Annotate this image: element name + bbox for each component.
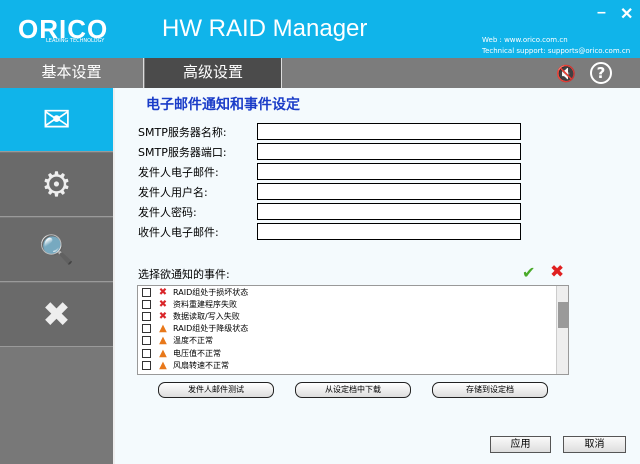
event-label: RAID组处于损坏状态	[173, 287, 249, 297]
event-list-item[interactable]: ✖ 数据读取/写入失败	[138, 310, 568, 322]
select-all-check-icon[interactable]: ✔	[522, 263, 535, 282]
sidebar-item-report[interactable]: 🔍	[0, 218, 113, 282]
event-checkbox[interactable]	[142, 324, 151, 334]
warning-icon: ▲	[159, 347, 167, 359]
events-list: ✖ RAID组处于损坏状态 ✖ 资料重建程序失败 ✖ 数据读取/写入失败 ▲ RAID组处于降…	[137, 285, 569, 375]
event-checkbox[interactable]	[142, 287, 151, 297]
event-list-item[interactable]: ▲ 电压值不正常	[138, 347, 568, 359]
scrollbar-thumb[interactable]	[558, 302, 568, 328]
sidebar-item-disk[interactable]: ⚙	[0, 153, 113, 217]
scrollbar[interactable]	[556, 286, 568, 374]
report-search-icon: 🔍	[39, 233, 74, 266]
disk-settings-icon: ⚙	[41, 164, 72, 205]
event-checkbox[interactable]	[142, 348, 151, 358]
sender-username-label: 发件人用户名:	[138, 186, 208, 199]
web-text: Web : www.orico.com.cn	[482, 36, 568, 44]
app-title: HW RAID Manager	[162, 15, 368, 42]
page-title: 电子邮件通知和事件设定	[146, 97, 300, 113]
warning-icon: ▲	[159, 335, 167, 347]
test-sender-email-button[interactable]: 发件人邮件测试	[158, 382, 274, 398]
tab-basic-settings[interactable]: 基本设置	[0, 58, 144, 88]
close-button[interactable]: ✕	[620, 4, 633, 24]
event-list-item[interactable]: ▲ RAID组处于降级状态	[138, 323, 568, 335]
tab-advanced-settings[interactable]: 高级设置	[145, 58, 282, 88]
event-label: 风扇转速不正常	[173, 360, 229, 370]
help-icon[interactable]: ?	[590, 62, 612, 84]
sender-password-label: 发件人密码:	[138, 206, 197, 219]
title-bar: ORICO LEADING TECHNOLOGY HW RAID Manager…	[0, 0, 640, 58]
mute-icon[interactable]: 🔇	[556, 64, 576, 83]
event-checkbox[interactable]	[142, 336, 151, 346]
tools-icon: ✖	[42, 294, 71, 335]
brand-tagline: LEADING TECHNOLOGY	[46, 38, 105, 44]
event-label: 温度不正常	[173, 336, 213, 346]
recipient-email-input[interactable]	[257, 223, 521, 240]
event-list-item[interactable]: ✖ 资料重建程序失败	[138, 298, 568, 310]
event-label: 资料重建程序失败	[173, 299, 237, 309]
event-list-item[interactable]: ▲ 温度不正常	[138, 335, 568, 347]
smtp-port-label: SMTP服务器端口:	[138, 146, 227, 159]
error-x-icon: ✖	[158, 286, 168, 298]
sender-email-input[interactable]	[257, 163, 521, 180]
recipient-email-label: 收件人电子邮件:	[138, 226, 219, 239]
smtp-port-input[interactable]	[257, 143, 521, 160]
load-from-config-button[interactable]: 从设定档中下载	[295, 382, 411, 398]
sidebar-item-tools[interactable]: ✖	[0, 283, 113, 347]
event-label: RAID组处于降级状态	[173, 324, 249, 334]
mail-icon: ✉	[42, 99, 71, 140]
cancel-button[interactable]: 取消	[563, 436, 626, 453]
sender-username-input[interactable]	[257, 183, 521, 200]
deselect-all-x-icon[interactable]: ✖	[550, 262, 564, 282]
minimize-button[interactable]: –	[597, 4, 606, 22]
support-text: Technical support: supports@orico.com.cn	[482, 47, 631, 55]
smtp-server-label: SMTP服务器名称:	[138, 126, 227, 139]
event-checkbox[interactable]	[142, 299, 151, 309]
sidebar-item-email[interactable]: ✉	[0, 88, 113, 152]
apply-button[interactable]: 应用	[490, 436, 551, 453]
error-x-icon: ✖	[158, 310, 168, 322]
warning-icon: ▲	[159, 359, 167, 371]
smtp-server-input[interactable]	[257, 123, 521, 140]
warning-icon: ▲	[159, 323, 167, 335]
event-list-item[interactable]: ✖ RAID组处于损坏状态	[138, 286, 568, 298]
event-checkbox[interactable]	[142, 360, 151, 370]
event-list-item[interactable]: ▲ 风扇转速不正常	[138, 359, 568, 371]
event-label: 数据读取/写入失败	[173, 311, 240, 321]
event-checkbox[interactable]	[142, 311, 151, 321]
event-label: 电压值不正常	[173, 348, 221, 358]
tab-bar: 基本设置 高级设置 🔇 ?	[0, 58, 640, 88]
save-to-config-button[interactable]: 存储到设定档	[432, 382, 548, 398]
error-x-icon: ✖	[158, 298, 168, 310]
contact-info: Web : www.orico.com.cn Technical support…	[482, 35, 630, 57]
sidebar: ✉ ⚙ 🔍 ✖	[0, 88, 113, 464]
sender-email-label: 发件人电子邮件:	[138, 166, 219, 179]
sender-password-input[interactable]	[257, 203, 521, 220]
events-label: 选择欲通知的事件:	[138, 268, 230, 281]
